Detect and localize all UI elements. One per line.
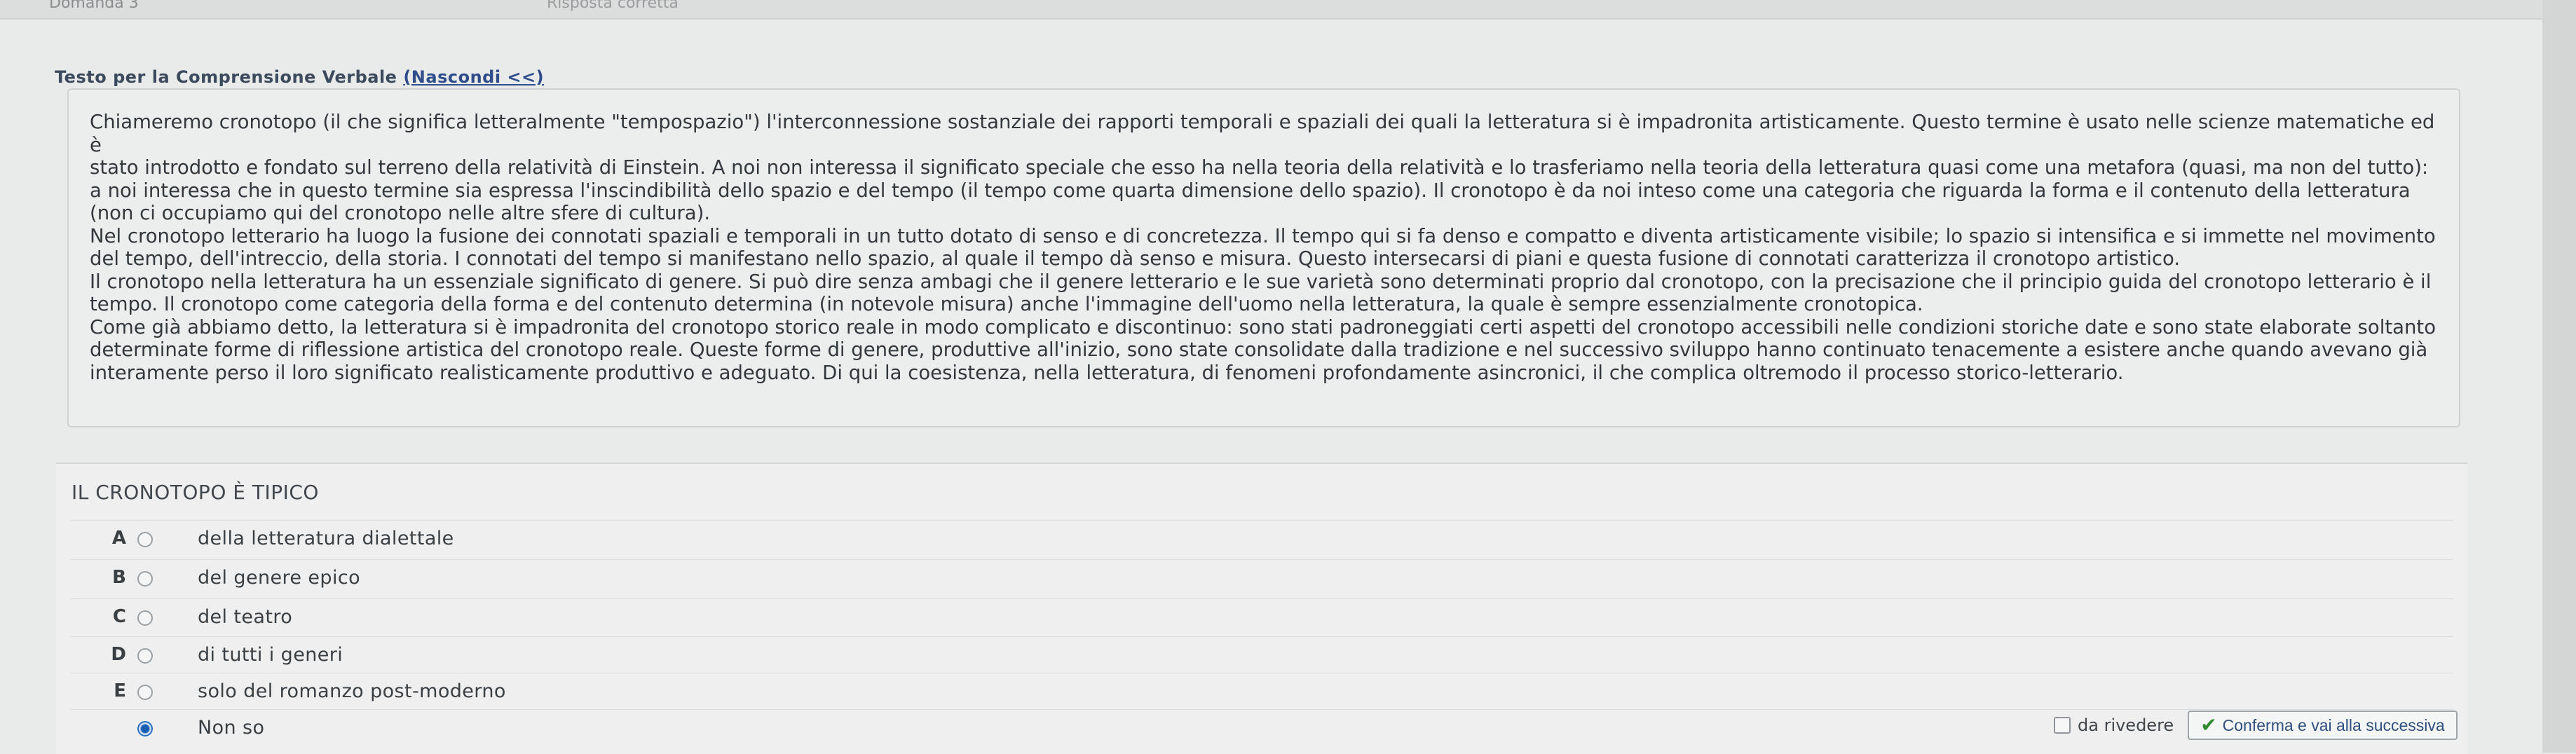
passage-line: interamente perso il loro significato re… xyxy=(90,361,2124,384)
footer-actions: da rivedere ✔ Conferma e vai alla succes… xyxy=(2054,708,2458,743)
answer-status-label: Risposta corretta xyxy=(547,0,679,12)
top-strip: Domanda 3 Risposta corretta xyxy=(0,0,2576,20)
option-letter: B xyxy=(112,567,126,588)
text-section-title: Testo per la Comprensione Verbale xyxy=(55,67,397,87)
passage-line: tempo. Il cronotopo come categoria della… xyxy=(90,293,1923,315)
confirm-next-button[interactable]: ✔ Conferma e vai alla successiva xyxy=(2188,711,2458,740)
passage-line: Come già abbiamo detto, la letteratura s… xyxy=(90,315,2437,338)
review-label: da rivedere xyxy=(2078,715,2174,735)
radio-button[interactable] xyxy=(137,571,153,587)
answer-option-b[interactable]: B del genere epico xyxy=(70,559,2453,596)
option-text[interactable]: del genere epico xyxy=(198,567,360,589)
option-letter: E xyxy=(114,680,126,701)
radio-button-selected[interactable] xyxy=(137,721,153,736)
option-letter: A xyxy=(111,528,126,549)
radio-button[interactable] xyxy=(137,610,153,626)
passage-line: a noi interessa che in questo termine si… xyxy=(90,179,2411,202)
passage-line: Nel cronotopo letterario ha luogo la fus… xyxy=(90,224,2436,247)
option-text[interactable]: di tutti i generi xyxy=(198,644,343,666)
passage-line: (non ci occupiamo qui del cronotopo nell… xyxy=(90,202,711,224)
question-number-label: Domanda 3 xyxy=(49,0,139,12)
option-text[interactable]: del teatro xyxy=(198,606,292,628)
radio-button[interactable] xyxy=(137,532,153,547)
passage-line: del tempo, dell'intreccio, della storia.… xyxy=(90,247,2181,270)
passage-line: determinate forme di riflessione artisti… xyxy=(90,338,2428,361)
passage-line: Chiameremo cronotopo (il che significa l… xyxy=(90,111,2435,156)
answer-option-c[interactable]: C del teatro xyxy=(70,598,2453,636)
review-later-toggle[interactable]: da rivedere xyxy=(2054,715,2174,735)
question-title: IL CRONOTOPO È TIPICO xyxy=(71,481,319,504)
passage-line: stato introdotto e fondato sul terreno d… xyxy=(90,156,2429,179)
review-checkbox[interactable] xyxy=(2054,717,2071,734)
check-icon: ✔ xyxy=(2200,714,2217,736)
confirm-button-label: Conferma e vai alla successiva xyxy=(2222,715,2445,734)
option-letter: D xyxy=(111,644,126,665)
option-text[interactable]: solo del romanzo post-moderno xyxy=(198,680,506,702)
radio-button[interactable] xyxy=(137,685,153,700)
hide-text-link[interactable]: (Nascondi <<) xyxy=(403,67,544,87)
answer-option-e[interactable]: E solo del romanzo post-moderno xyxy=(70,673,2453,710)
text-section-header: Testo per la Comprensione Verbale (Nasco… xyxy=(55,67,544,87)
option-text[interactable]: Non so xyxy=(198,717,264,739)
right-edge-stripe xyxy=(2542,0,2576,753)
passage-line: Il cronotopo nella letteratura ha un ess… xyxy=(90,270,2432,293)
passage-text: Chiameremo cronotopo (il che significa l… xyxy=(90,111,2445,384)
option-letter: C xyxy=(112,606,126,627)
answer-option-d[interactable]: D di tutti i generi xyxy=(70,636,2453,673)
option-text[interactable]: della letteratura dialettale xyxy=(198,528,454,549)
answer-option-a[interactable]: A della letteratura dialettale xyxy=(70,520,2453,557)
radio-button[interactable] xyxy=(137,648,153,664)
